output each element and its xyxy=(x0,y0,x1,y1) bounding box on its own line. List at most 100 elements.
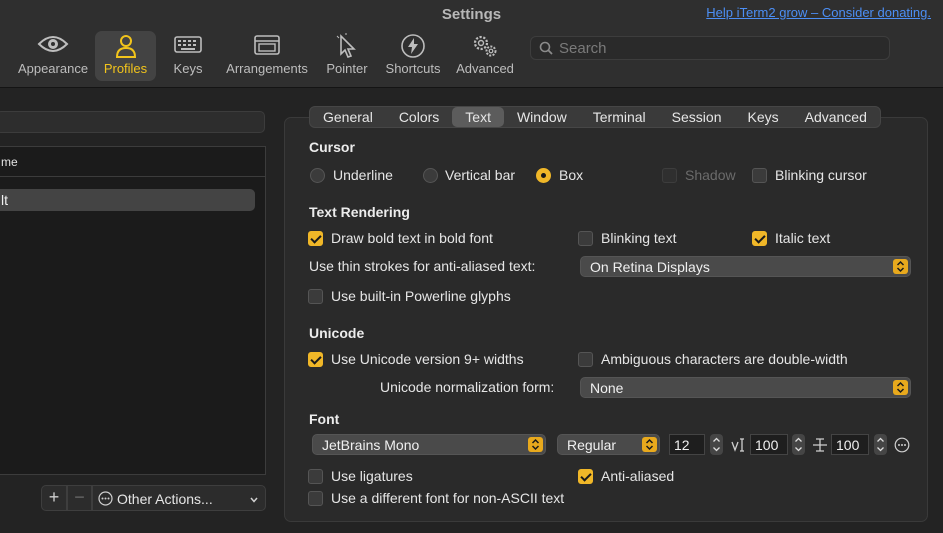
horizontal-spacing-field[interactable]: 100 xyxy=(831,434,869,455)
profile-row-selected[interactable]: lt xyxy=(0,189,255,211)
normalization-value: None xyxy=(590,380,624,396)
italic-text-label[interactable]: Italic text xyxy=(775,230,830,246)
ambiguous-width-label[interactable]: Ambiguous characters are double-width xyxy=(601,351,848,367)
blinking-text-checkbox[interactable] xyxy=(578,231,593,246)
cursor-shadow-label: Shadow xyxy=(685,167,736,183)
cursor-box-radio[interactable] xyxy=(536,168,551,183)
toolbar-item-pointer[interactable]: Pointer xyxy=(320,31,374,81)
anti-aliased-label[interactable]: Anti-aliased xyxy=(601,468,674,484)
thin-strokes-label: Use thin strokes for anti-aliased text: xyxy=(309,258,536,274)
search-icon xyxy=(539,41,553,60)
lightning-icon xyxy=(380,33,446,61)
toolbar-item-shortcuts[interactable]: Shortcuts xyxy=(380,31,446,81)
tab-keys[interactable]: Keys xyxy=(734,107,791,127)
powerline-checkbox[interactable] xyxy=(308,289,323,304)
font-size-field[interactable]: 12 xyxy=(669,434,705,455)
cursor-vertical-bar-label[interactable]: Vertical bar xyxy=(445,167,515,183)
normalization-popup[interactable]: None xyxy=(580,377,911,398)
settings-window: Settings Help iTerm2 grow – Consider don… xyxy=(0,0,943,533)
updown-arrows-icon xyxy=(893,259,908,274)
bold-font-label[interactable]: Draw bold text in bold font xyxy=(331,230,493,246)
toolbar-label: Shortcuts xyxy=(385,61,441,76)
vertical-spacing-field[interactable]: 100 xyxy=(750,434,788,455)
tab-terminal[interactable]: Terminal xyxy=(580,107,659,127)
cursor-vertical-bar-radio[interactable] xyxy=(423,168,438,183)
other-actions-label: Other Actions... xyxy=(117,491,213,507)
thin-strokes-popup[interactable]: On Retina Displays xyxy=(580,256,911,277)
add-profile-button[interactable]: + xyxy=(41,485,67,511)
search-input[interactable] xyxy=(559,39,879,57)
thin-strokes-value: On Retina Displays xyxy=(590,259,710,275)
font-size-stepper[interactable] xyxy=(710,434,723,455)
tab-window[interactable]: Window xyxy=(504,107,580,127)
vertical-spacing-stepper[interactable] xyxy=(792,434,805,455)
blinking-cursor-label[interactable]: Blinking cursor xyxy=(775,167,867,183)
ligatures-label[interactable]: Use ligatures xyxy=(331,468,413,484)
cursor-underline-radio[interactable] xyxy=(310,168,325,183)
anti-aliased-checkbox[interactable] xyxy=(578,469,593,484)
italic-text-checkbox[interactable] xyxy=(752,231,767,246)
window-stack-icon xyxy=(222,33,312,61)
gears-icon xyxy=(452,33,518,61)
search-field[interactable] xyxy=(530,36,890,60)
vertical-spacing-icon xyxy=(731,437,747,458)
ambiguous-width-checkbox[interactable] xyxy=(578,352,593,367)
font-style-popup[interactable]: Regular xyxy=(557,434,660,455)
more-options-icon[interactable] xyxy=(894,437,910,458)
cursor-shadow-checkbox[interactable] xyxy=(662,168,677,183)
non-ascii-font-checkbox[interactable] xyxy=(308,491,323,506)
non-ascii-font-label[interactable]: Use a different font for non-ASCII text xyxy=(331,490,564,506)
blinking-text-label[interactable]: Blinking text xyxy=(601,230,676,246)
updown-arrows-icon xyxy=(642,437,657,452)
toolbar-item-appearance[interactable]: Appearance xyxy=(14,31,92,81)
profile-list[interactable]: me lt xyxy=(0,146,266,475)
horizontal-spacing-stepper[interactable] xyxy=(874,434,887,455)
toolbar-label: Keys xyxy=(173,61,203,76)
other-actions-button[interactable]: Other Actions... xyxy=(92,485,266,511)
updown-arrows-icon xyxy=(528,437,543,452)
chevron-down-icon xyxy=(249,492,259,508)
unicode-heading: Unicode xyxy=(309,325,365,341)
profile-tabs: General Colors Text Window Terminal Sess… xyxy=(309,106,881,128)
horizontal-spacing-icon xyxy=(812,436,828,459)
toolbar-item-profiles[interactable]: Profiles xyxy=(95,31,156,81)
toolbar-item-advanced[interactable]: Advanced xyxy=(452,31,518,81)
remove-profile-button[interactable]: − xyxy=(67,485,92,511)
toolbar: Settings Help iTerm2 grow – Consider don… xyxy=(0,0,943,88)
unicode-v9-checkbox[interactable] xyxy=(308,352,323,367)
cursor-underline-label[interactable]: Underline xyxy=(333,167,393,183)
toolbar-item-arrangements[interactable]: Arrangements xyxy=(222,31,312,81)
font-heading: Font xyxy=(309,411,340,427)
normalization-label: Unicode normalization form: xyxy=(380,379,555,395)
blinking-cursor-checkbox[interactable] xyxy=(752,168,767,183)
toolbar-label: Advanced xyxy=(456,61,514,76)
toolbar-item-partial[interactable]: | xyxy=(0,31,6,81)
font-family-value: JetBrains Mono xyxy=(322,437,420,453)
column-header-name[interactable]: me xyxy=(0,147,265,177)
font-style-value: Regular xyxy=(567,437,617,453)
toolbar-item-keys[interactable]: Keys xyxy=(162,31,214,81)
cursor-box-label[interactable]: Box xyxy=(559,167,583,183)
keyboard-icon xyxy=(162,33,214,61)
person-icon xyxy=(95,33,156,61)
font-family-popup[interactable]: JetBrains Mono xyxy=(312,434,546,455)
unicode-v9-label[interactable]: Use Unicode version 9+ widths xyxy=(331,351,524,367)
toolbar-label: Appearance xyxy=(17,61,89,76)
profile-filter-input[interactable] xyxy=(0,111,265,133)
tab-session[interactable]: Session xyxy=(659,107,735,127)
toolbar-label: Arrangements xyxy=(226,61,308,76)
tab-colors[interactable]: Colors xyxy=(386,107,452,127)
ligatures-checkbox[interactable] xyxy=(308,469,323,484)
updown-arrows-icon xyxy=(893,380,908,395)
tab-advanced[interactable]: Advanced xyxy=(792,107,880,127)
text-rendering-heading: Text Rendering xyxy=(309,204,410,220)
powerline-label[interactable]: Use built-in Powerline glyphs xyxy=(331,288,511,304)
donate-link[interactable]: Help iTerm2 grow – Consider donating. xyxy=(706,5,931,20)
ellipsis-circle-icon xyxy=(98,491,113,509)
cursor-heading: Cursor xyxy=(309,139,355,155)
toolbar-label: Profiles xyxy=(103,61,148,76)
bold-font-checkbox[interactable] xyxy=(308,231,323,246)
tab-text[interactable]: Text xyxy=(452,107,504,127)
cursor-icon xyxy=(320,33,374,61)
tab-general[interactable]: General xyxy=(310,107,386,127)
